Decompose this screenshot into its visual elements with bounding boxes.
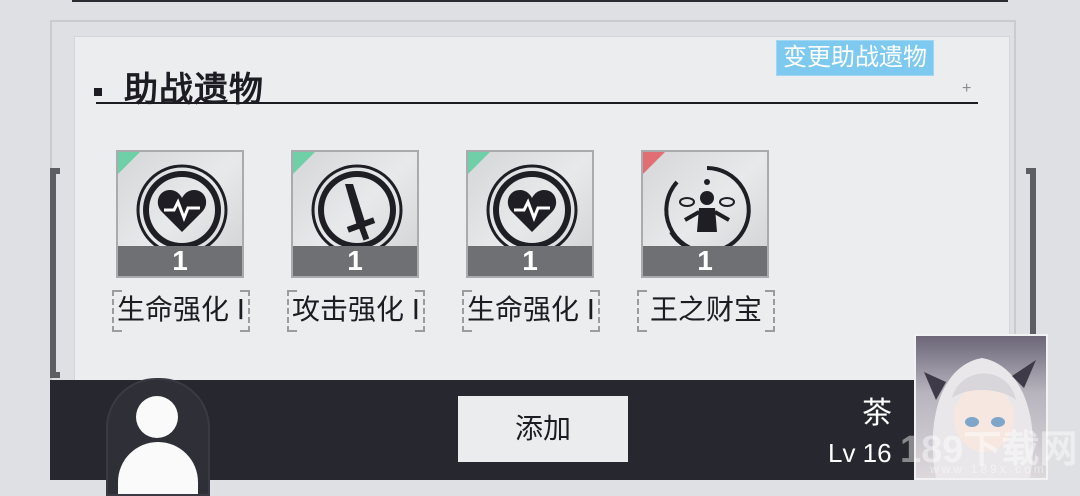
title-underline — [96, 102, 978, 104]
relic-slot[interactable]: 1 王之财宝 — [637, 150, 775, 332]
relic-count: 1 — [118, 246, 242, 276]
change-support-relic-button[interactable]: 变更助战遗物 — [776, 40, 934, 76]
relic-name: 攻击强化 Ⅰ — [287, 290, 425, 332]
relic-card[interactable]: 1 — [291, 150, 419, 278]
left-bracket — [50, 168, 60, 378]
relic-count: 1 — [643, 246, 767, 276]
relic-card[interactable]: 1 — [116, 150, 244, 278]
support-relic-panel: 助战遗物 + 变更助战遗物 1 生命强化 Ⅰ 1 攻击强化 Ⅰ 1 生命强化 Ⅰ… — [74, 36, 1010, 386]
relic-slot[interactable]: 1 攻击强化 Ⅰ — [287, 150, 425, 332]
relic-name: 生命强化 Ⅰ — [112, 290, 250, 332]
relic-name: 生命强化 Ⅰ — [462, 290, 600, 332]
add-button[interactable]: 添加 — [458, 396, 628, 462]
title-bullet — [94, 88, 102, 96]
avatar-head — [136, 396, 178, 438]
character-level: Lv 16 — [828, 438, 892, 468]
watermark-url: www.189x.com — [930, 462, 1047, 476]
character-name: 茶 — [862, 397, 892, 430]
relic-name: 王之财宝 — [637, 290, 775, 332]
relic-slot[interactable]: 1 生命强化 Ⅰ — [462, 150, 600, 332]
relic-count: 1 — [293, 246, 417, 276]
plus-icon: + — [962, 80, 972, 97]
relic-card[interactable]: 1 — [641, 150, 769, 278]
avatar-body — [118, 442, 198, 494]
relic-count: 1 — [468, 246, 592, 276]
avatar-placeholder[interactable] — [106, 378, 210, 496]
relic-slot[interactable]: 1 生命强化 Ⅰ — [112, 150, 250, 332]
relic-card[interactable]: 1 — [466, 150, 594, 278]
top-divider — [72, 0, 1008, 2]
